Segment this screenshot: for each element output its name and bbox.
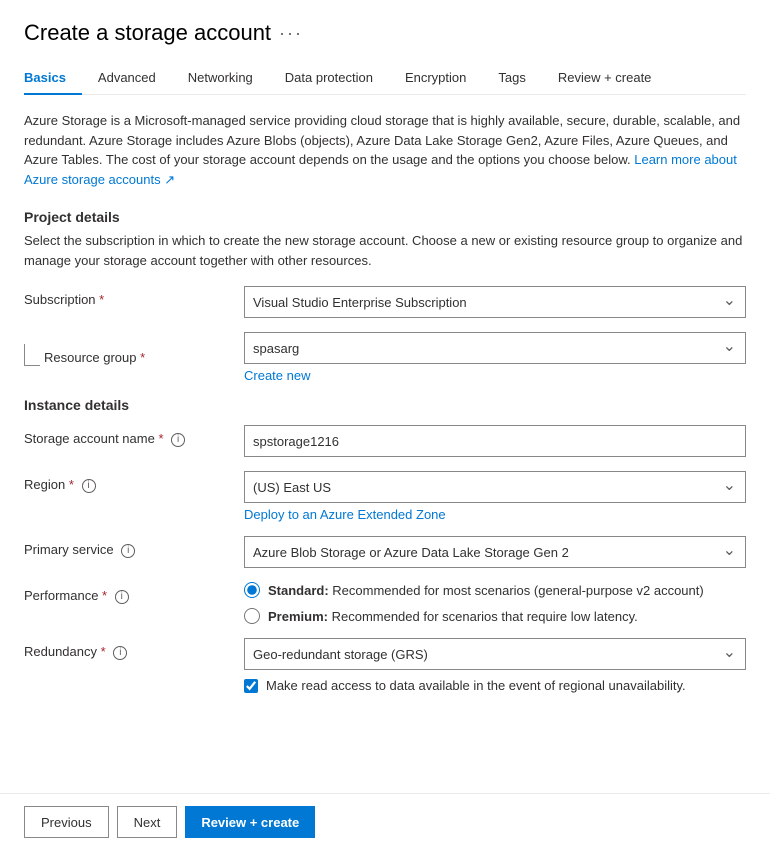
redundancy-checkbox-row: Make read access to data available in th… (244, 678, 746, 693)
review-create-button[interactable]: Review + create (185, 806, 315, 838)
tab-review-create[interactable]: Review + create (542, 62, 668, 95)
performance-info-icon[interactable]: i (115, 590, 129, 604)
project-details-desc: Select the subscription in which to crea… (24, 231, 746, 270)
storage-name-required: * (158, 431, 163, 446)
subscription-label: Subscription * (24, 286, 244, 307)
description-text: Azure Storage is a Microsoft-managed ser… (24, 111, 746, 189)
resource-group-label: Resource group * (44, 344, 145, 365)
redundancy-label: Redundancy * i (24, 638, 244, 660)
read-access-checkbox[interactable] (244, 679, 258, 693)
rg-required: * (140, 350, 145, 365)
subscription-dropdown[interactable]: Visual Studio Enterprise Subscription (244, 286, 746, 318)
resource-group-dropdown[interactable]: spasarg (244, 332, 746, 364)
region-label: Region * i (24, 471, 244, 493)
tab-bar: Basics Advanced Networking Data protecti… (24, 62, 746, 95)
resource-group-control: spasarg Create new (244, 332, 746, 383)
performance-required: * (102, 588, 107, 603)
primary-service-dropdown[interactable]: Azure Blob Storage or Azure Data Lake St… (244, 536, 746, 568)
storage-name-control (244, 425, 746, 457)
primary-service-info-icon[interactable]: i (121, 544, 135, 558)
redundancy-info-icon[interactable]: i (113, 646, 127, 660)
performance-standard-label: Standard: Recommended for most scenarios… (268, 583, 704, 598)
region-control: (US) East US Deploy to an Azure Extended… (244, 471, 746, 522)
primary-service-control: Azure Blob Storage or Azure Data Lake St… (244, 536, 746, 568)
region-info-icon[interactable]: i (82, 479, 96, 493)
page-title: Create a storage account (24, 20, 271, 46)
instance-details-header: Instance details (24, 397, 746, 413)
storage-name-label: Storage account name * i (24, 425, 244, 447)
read-access-label: Make read access to data available in th… (266, 678, 686, 693)
bracket-decoration (24, 344, 40, 366)
previous-button[interactable]: Previous (24, 806, 109, 838)
resource-group-bracket: Resource group * (24, 332, 244, 366)
performance-control: Standard: Recommended for most scenarios… (244, 582, 746, 624)
redundancy-dropdown[interactable]: Geo-redundant storage (GRS) (244, 638, 746, 670)
next-button[interactable]: Next (117, 806, 178, 838)
tab-basics[interactable]: Basics (24, 62, 82, 95)
redundancy-required: * (101, 644, 106, 659)
performance-premium-label: Premium: Recommended for scenarios that … (268, 609, 638, 624)
subscription-required: * (99, 292, 104, 307)
subscription-control: Visual Studio Enterprise Subscription (244, 286, 746, 318)
performance-premium-radio[interactable] (244, 608, 260, 624)
performance-standard-option: Standard: Recommended for most scenarios… (244, 582, 746, 598)
region-required: * (69, 477, 74, 492)
primary-service-label: Primary service i (24, 536, 244, 558)
create-new-rg-link[interactable]: Create new (244, 368, 310, 383)
tab-encryption[interactable]: Encryption (389, 62, 482, 95)
storage-name-info-icon[interactable]: i (171, 433, 185, 447)
storage-account-name-input[interactable] (244, 425, 746, 457)
extended-zone-link[interactable]: Deploy to an Azure Extended Zone (244, 507, 446, 522)
redundancy-control: Geo-redundant storage (GRS) Make read ac… (244, 638, 746, 693)
performance-label: Performance * i (24, 582, 244, 604)
tab-tags[interactable]: Tags (482, 62, 541, 95)
performance-premium-option: Premium: Recommended for scenarios that … (244, 608, 746, 624)
region-dropdown[interactable]: (US) East US (244, 471, 746, 503)
title-ellipsis: ··· (279, 23, 303, 44)
tab-data-protection[interactable]: Data protection (269, 62, 389, 95)
bottom-bar: Previous Next Review + create (0, 793, 770, 850)
tab-advanced[interactable]: Advanced (82, 62, 172, 95)
performance-standard-radio[interactable] (244, 582, 260, 598)
tab-networking[interactable]: Networking (172, 62, 269, 95)
performance-radio-group: Standard: Recommended for most scenarios… (244, 582, 746, 624)
project-details-header: Project details (24, 209, 746, 225)
